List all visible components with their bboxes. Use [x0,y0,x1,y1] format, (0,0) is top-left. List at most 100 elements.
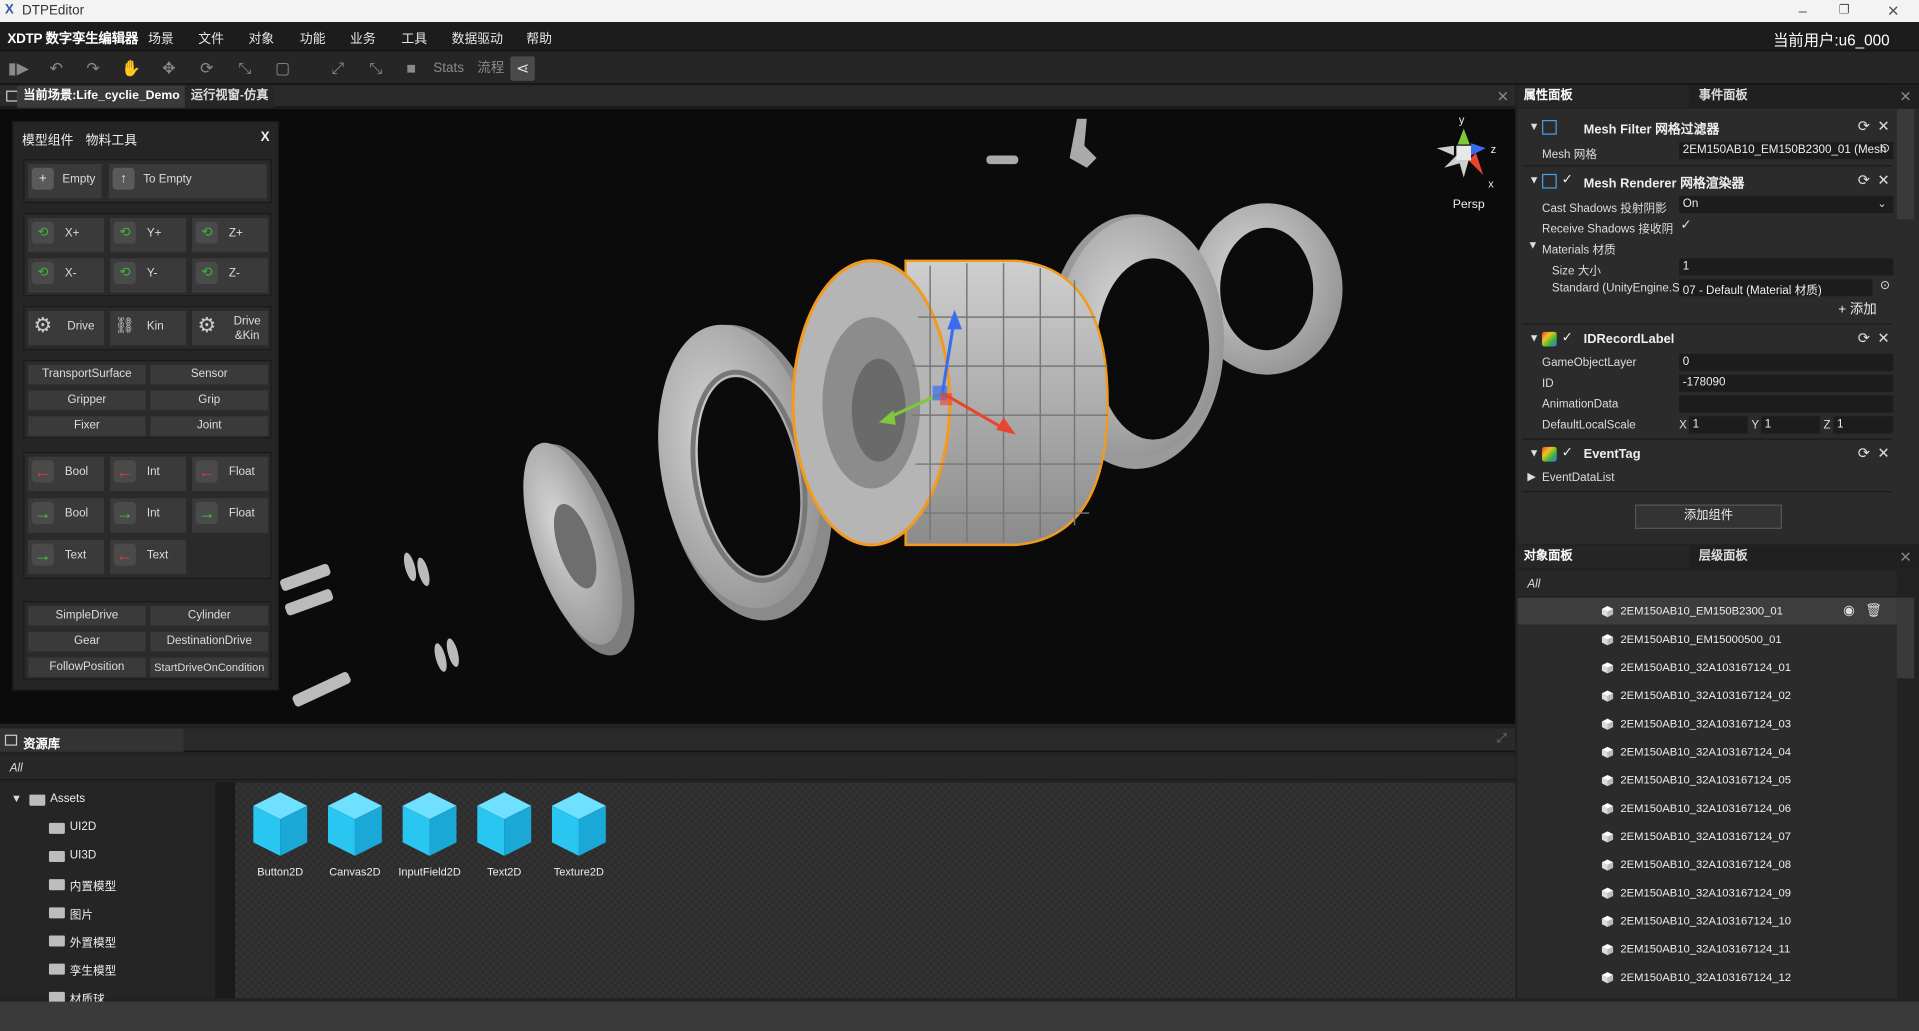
tree-folder[interactable]: 图片 [0,904,215,924]
enabled-checkbox[interactable]: ✓ [1562,329,1573,346]
share-node-icon[interactable]: ⋖ [510,56,535,81]
reset-icon[interactable]: ⟳ [1858,171,1870,188]
stats-button[interactable]: Stats [433,56,464,80]
object-list-item[interactable]: 2EM150AB10_32A103167124_07 [1518,823,1897,850]
simple-drive-button[interactable]: SimpleDrive [26,604,147,627]
x-plus-button[interactable]: ⟲ X+ [26,216,106,254]
asset-item[interactable]: Text2D [469,790,540,878]
camera-icon[interactable]: ■ [399,56,423,80]
tab-runtime-view[interactable]: 运行视窗-仿真 [184,85,275,108]
rotate-tool-icon[interactable]: ⟳ [195,56,219,80]
layer-field[interactable]: 0 [1679,353,1894,372]
sensor-button[interactable]: Sensor [149,363,270,386]
tab-objects[interactable]: 对象面板 [1517,546,1689,569]
object-picker-icon[interactable]: ⊙ [1880,142,1890,155]
object-list-item[interactable]: 2EM150AB10_32A103167124_09 [1518,879,1897,906]
collapse-arrow-icon[interactable]: ▼ [1527,239,1538,251]
scale-z-field[interactable]: 1 [1833,416,1894,434]
joint-button[interactable]: Joint [149,415,270,438]
restore-icon[interactable]: ❐ [1824,0,1866,22]
reset-icon[interactable]: ⟳ [1858,444,1870,461]
expand-icon[interactable]: ⤢ [326,56,350,80]
object-filter[interactable]: All [1517,570,1897,598]
hand-tool-icon[interactable]: ✋ [119,56,143,80]
tree-folder[interactable]: 外置模型 [0,932,215,952]
object-list-item[interactable]: 2EM150AB10_32A103167124_05 [1518,767,1897,794]
asset-filter[interactable]: All [0,755,1516,780]
undo-icon[interactable]: ↶ [44,56,68,80]
tab-hierarchy[interactable]: 层级面板 [1692,546,1889,569]
tree-folder[interactable]: 孪生模型 [0,960,215,980]
object-list-scrollbar[interactable] [1896,597,1915,679]
asset-item[interactable]: InputField2D [394,790,465,878]
menu-object[interactable]: 对象 [248,29,274,47]
reset-icon[interactable]: ⟳ [1858,118,1870,135]
receive-shadows-checkbox[interactable]: ✓ [1680,217,1691,233]
props-scrollbar[interactable] [1896,108,1915,220]
asset-item[interactable]: Canvas2D [319,790,390,878]
destination-drive-button[interactable]: DestinationDrive [149,630,270,653]
z-plus-button[interactable]: ⟲ Z+ [190,216,270,254]
menu-business[interactable]: 业务 [350,29,376,47]
y-plus-button[interactable]: ⟲ Y+ [108,216,188,254]
minimize-icon[interactable]: – [1782,0,1824,22]
output-text-button[interactable]: → Text [26,538,106,576]
start-drive-on-condition-button[interactable]: StartDriveOnCondition [149,656,270,679]
flow-button[interactable]: 流程 [477,56,504,80]
size-field[interactable]: 1 [1679,258,1894,276]
tab-events[interactable]: 事件面板 [1692,85,1889,108]
view-mode-label[interactable]: Persp [1453,198,1485,211]
asset-item[interactable]: Button2D [245,790,316,878]
reset-icon[interactable]: ⟳ [1858,329,1870,346]
close-scene-icon[interactable]: ✕ [1497,88,1509,105]
menu-function[interactable]: 功能 [300,29,326,47]
tab-current-scene[interactable]: 当前场景:Life_cyclie_Demo [17,85,186,108]
close-window-icon[interactable]: ✕ [1872,0,1914,22]
remove-icon[interactable]: ✕ [1877,171,1889,188]
tree-folder[interactable]: UI3D [0,847,215,867]
collapse-arrow-icon[interactable]: ▼ [1529,332,1540,344]
object-list-item[interactable]: 2EM150AB10_32A103167124_11 [1518,935,1897,962]
tree-root-assets[interactable]: ▼ Assets [0,791,215,811]
collapse-arrow-icon[interactable]: ▼ [1529,447,1540,459]
tree-folder[interactable]: 内置模型 [0,875,215,895]
collapse-icon[interactable]: ⤡ [363,56,387,80]
remove-icon[interactable]: ✕ [1877,444,1889,461]
object-list-item[interactable]: 2EM150AB10_EM15000500_01 [1518,626,1897,653]
gripper-button[interactable]: Gripper [26,389,147,412]
object-list-item[interactable]: 2EM150AB10_32A103167124_02 [1518,682,1897,709]
rect-tool-icon[interactable]: ▢ [270,56,294,80]
drive-button[interactable]: ⚙ Drive [26,309,106,347]
to-empty-button[interactable]: ↑ To Empty [107,162,269,200]
collapse-arrow-icon[interactable]: ▼ [1529,120,1540,132]
maximize-icon[interactable]: ⤢ [1497,732,1507,745]
menu-help[interactable]: 帮助 [526,29,552,47]
object-list-item[interactable]: 2EM150AB10_32A103167124_06 [1518,795,1897,822]
enabled-checkbox[interactable]: ✓ [1562,171,1573,188]
material-field[interactable]: 07 - Default (Material 材质) [1679,279,1873,297]
tree-folder[interactable]: UI2D [0,819,215,839]
empty-button[interactable]: + Empty [26,162,103,200]
close-props-icon[interactable]: ✕ [1899,88,1911,105]
close-objects-icon[interactable]: ✕ [1899,549,1911,566]
input-float-button[interactable]: ← Float [190,455,270,493]
scale-tool-icon[interactable]: ⤡ [233,56,257,80]
y-minus-button[interactable]: ⟲ Y- [108,257,188,294]
mesh-field[interactable]: 2EM150AB10_EM150B2300_01 (Mesh [1679,142,1894,160]
menu-file[interactable]: 文件 [198,29,224,47]
input-bool-button[interactable]: ← Bool [26,455,106,493]
collapse-arrow-icon[interactable]: ▼ [1529,174,1540,186]
animation-data-field[interactable] [1679,395,1894,413]
redo-icon[interactable]: ↷ [81,56,105,80]
collapse-arrow-icon[interactable]: ▼ [11,792,22,804]
close-panel-button[interactable]: X [261,130,270,145]
input-int-button[interactable]: ← Int [108,455,188,493]
scale-x-field[interactable]: 1 [1688,416,1748,434]
object-list-item[interactable]: 2EM150AB10_EM150B2300_01 ◉ 🗑 [1517,597,1897,625]
object-list-item[interactable]: 2EM150AB10_32A103167124_08 [1518,851,1897,878]
gear-button[interactable]: Gear [26,630,147,653]
tab-properties[interactable]: 属性面板 [1517,85,1689,108]
asset-item[interactable]: Texture2D [543,790,614,878]
output-int-button[interactable]: → Int [108,497,188,534]
remove-icon[interactable]: ✕ [1877,329,1889,346]
